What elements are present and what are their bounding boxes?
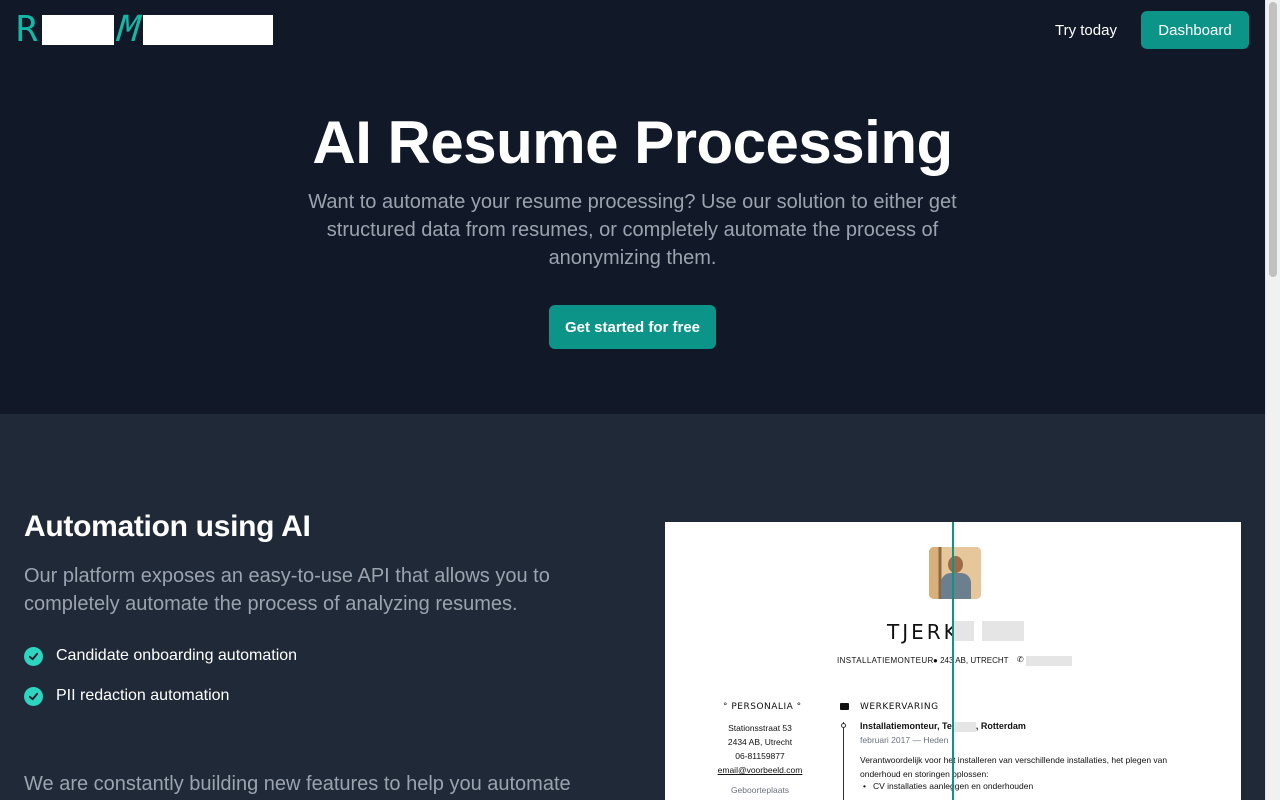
nav-try-today-link[interactable]: Try today bbox=[1055, 22, 1117, 39]
logo-letter-m: M bbox=[115, 9, 142, 50]
redaction-block bbox=[982, 621, 1024, 641]
resume-name: TJERK bbox=[887, 620, 960, 644]
resume-address-line: Stationsstraat 53 bbox=[728, 723, 792, 733]
features-list: Candidate onboarding automation PII reda… bbox=[24, 645, 297, 725]
features-description: Our platform exposes an easy-to-use API … bbox=[24, 565, 550, 615]
resume-preview: TJERK INSTALLATIEMONTEUR ● 243 AB, UTREC… bbox=[665, 522, 1241, 800]
get-started-button[interactable]: Get started for free bbox=[549, 305, 716, 349]
location-pin-icon: ● bbox=[933, 656, 938, 665]
logo-redacted-block bbox=[41, 15, 114, 45]
dashboard-button[interactable]: Dashboard bbox=[1141, 11, 1249, 49]
redaction-block bbox=[954, 621, 974, 641]
resume-photo bbox=[929, 547, 981, 599]
resume-address-line: 2434 AB, Utrecht bbox=[727, 737, 793, 747]
resume-job-title: INSTALLATIEMONTEUR bbox=[837, 656, 934, 665]
logo-letter-r: R bbox=[16, 9, 38, 50]
phone-icon: ✆ bbox=[1017, 655, 1024, 664]
scan-line bbox=[952, 522, 954, 800]
resume-location: ● 243 AB, UTRECHT bbox=[933, 656, 1009, 665]
check-circle-icon bbox=[24, 646, 43, 666]
resume-experience-description: Verantwoordelijk voor het installeren va… bbox=[860, 755, 1168, 779]
timeline-dot bbox=[841, 723, 846, 728]
redaction-block bbox=[1026, 656, 1072, 666]
feature-item: PII redaction automation bbox=[24, 685, 297, 707]
resume-email: email@voorbeeld.com bbox=[717, 765, 803, 775]
timeline-line bbox=[843, 722, 844, 800]
resume-birthplace-label: Geboorteplaats bbox=[730, 785, 790, 795]
hero-title: AI Resume Processing bbox=[312, 109, 953, 176]
feature-item: Candidate onboarding automation bbox=[24, 645, 297, 667]
resume-personal-details: Stationsstraat 53 2434 AB, Utrecht 06-81… bbox=[705, 721, 815, 797]
resume-experience-date: februari 2017 — Heden bbox=[860, 735, 949, 745]
resume-experience-title: Installatiemonteur, Te, Rotterdam bbox=[860, 721, 1026, 732]
logo[interactable]: R M bbox=[16, 9, 274, 50]
scrollbar-thumb[interactable] bbox=[1269, 2, 1277, 277]
features-title: Automation using AI bbox=[24, 510, 311, 543]
scrollbar[interactable] bbox=[1265, 0, 1280, 800]
features-more-text: We are constantly building new features … bbox=[24, 773, 571, 795]
briefcase-icon bbox=[840, 703, 849, 710]
feature-item-label: Candidate onboarding automation bbox=[56, 647, 298, 664]
resume-experience-heading: WERKERVARING bbox=[860, 702, 939, 712]
hero-section: R M Try today Dashboard AI Resume Proces… bbox=[0, 0, 1265, 414]
check-circle-icon bbox=[24, 686, 43, 706]
logo-redacted-block bbox=[143, 15, 274, 45]
hero-subtitle: Want to automate your resume processing?… bbox=[308, 191, 957, 269]
resume-personalia-heading: ° PERSONALIA ° bbox=[723, 702, 802, 712]
feature-item-label: PII redaction automation bbox=[56, 687, 230, 704]
resume-phone: 06-81159877 bbox=[735, 751, 785, 761]
